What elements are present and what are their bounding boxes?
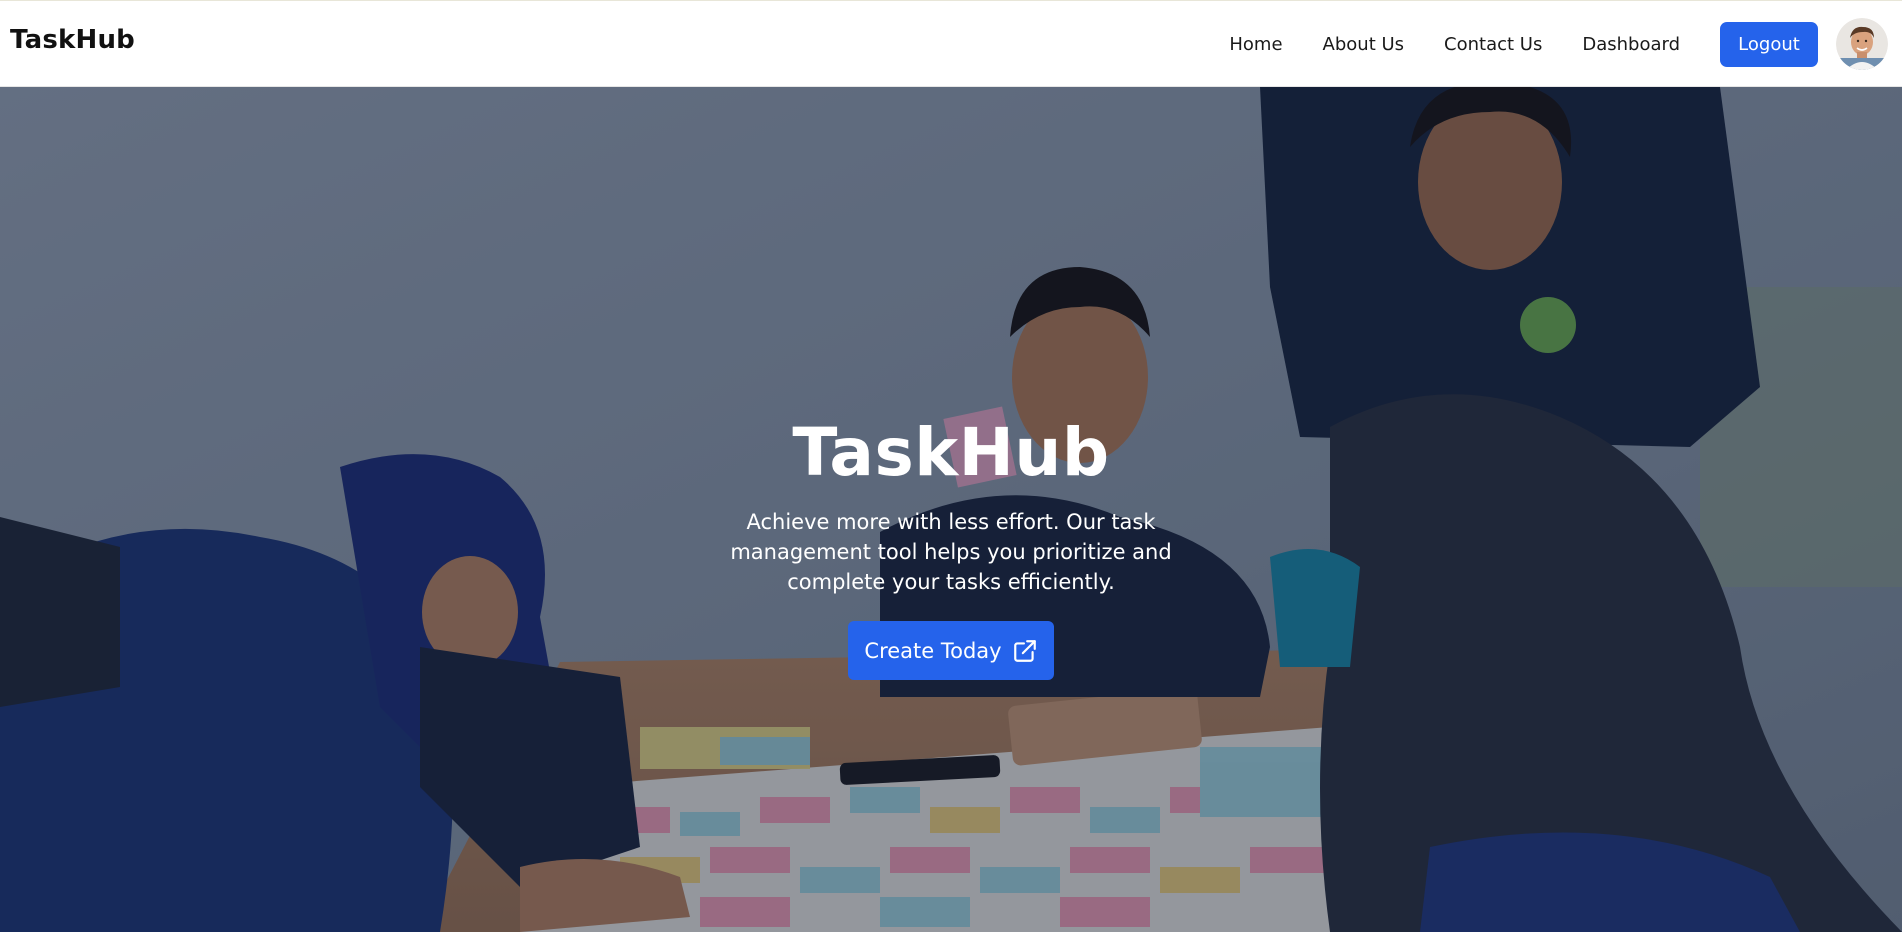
nav-links: Home About Us Contact Us Dashboard Logou… <box>1229 1 1902 87</box>
nav-link-dashboard[interactable]: Dashboard <box>1582 34 1680 55</box>
nav-link-about-us[interactable]: About Us <box>1323 34 1405 55</box>
page: TaskHub Home About Us Contact Us Dashboa… <box>0 0 1902 932</box>
nav-link-home[interactable]: Home <box>1229 34 1282 55</box>
hero-description: Achieve more with less effort. Our task … <box>730 510 1172 594</box>
brand-logo[interactable]: TaskHub <box>10 25 135 55</box>
external-link-icon <box>1012 638 1038 664</box>
hero-title: TaskHub <box>792 414 1110 491</box>
nav-link-contact-us[interactable]: Contact Us <box>1444 34 1542 55</box>
create-today-button[interactable]: Create Today <box>848 621 1054 680</box>
create-today-label: Create Today <box>864 638 1002 663</box>
navbar: TaskHub Home About Us Contact Us Dashboa… <box>0 1 1902 87</box>
user-avatar-icon[interactable] <box>1836 18 1888 70</box>
hero-content: TaskHub Achieve more with less effort. O… <box>0 413 1902 680</box>
logout-button[interactable]: Logout <box>1720 21 1818 67</box>
hero-section: TaskHub Achieve more with less effort. O… <box>0 87 1902 932</box>
